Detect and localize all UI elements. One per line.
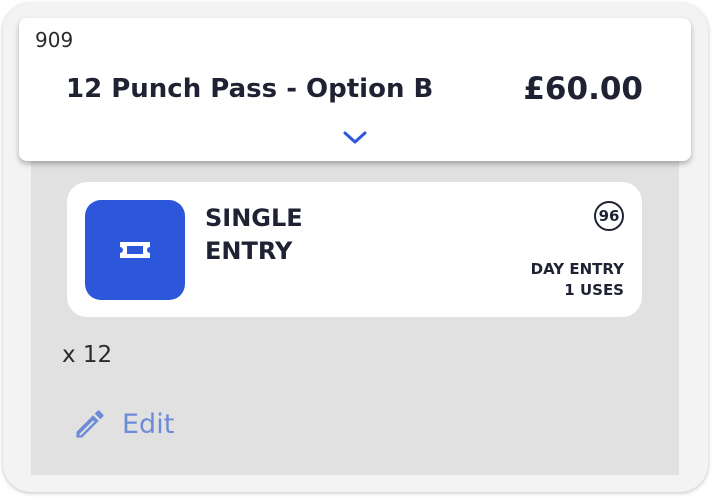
pencil-icon (76, 410, 104, 438)
edit-label: Edit (122, 408, 175, 440)
entry-count-badge: 96 (594, 201, 624, 231)
pass-id: 909 (35, 28, 74, 52)
ticket-icon (120, 242, 150, 258)
entry-type: DAY ENTRY (530, 260, 624, 278)
entry-name: SINGLE ENTRY (205, 204, 303, 265)
pass-price: £60.00 (523, 71, 643, 107)
entry-icon-tile (85, 200, 185, 300)
entry-item-card: SINGLE ENTRY 96 DAY ENTRY 1 USES (67, 182, 642, 317)
pass-header[interactable]: 909 12 Punch Pass - Option B £60.00 (19, 18, 691, 161)
edit-button[interactable]: Edit (72, 403, 174, 445)
entry-uses: 1 USES (564, 281, 624, 299)
chevron-down-icon[interactable] (341, 126, 369, 148)
pass-title: 12 Punch Pass - Option B (66, 74, 434, 104)
quantity-label: x 12 (62, 342, 113, 368)
